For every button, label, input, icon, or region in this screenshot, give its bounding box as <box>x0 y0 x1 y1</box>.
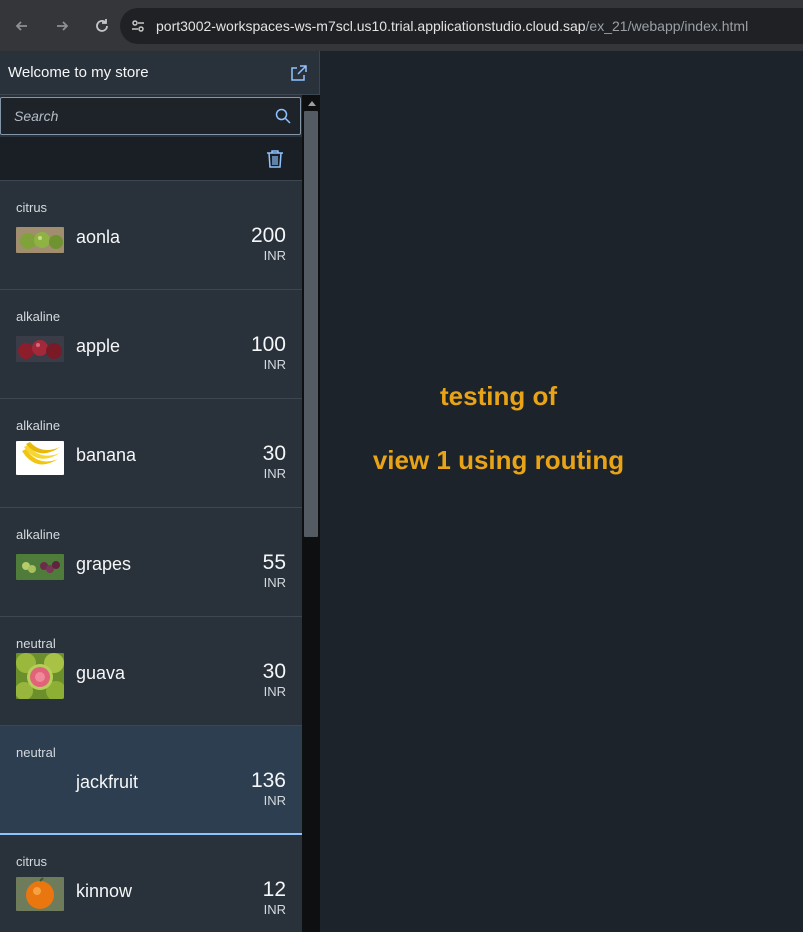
list-item[interactable]: alkaline banana 30 INR <box>0 399 302 508</box>
item-price: 100 <box>250 333 286 356</box>
delete-icon[interactable] <box>266 149 286 169</box>
master-header: Welcome to my store <box>0 51 319 95</box>
item-name: aonla <box>76 227 121 247</box>
list-item[interactable]: alkaline apple 100 INR <box>0 290 302 399</box>
reload-button[interactable] <box>84 8 120 44</box>
item-price: 12 <box>262 878 286 901</box>
scroll-up-arrow-icon[interactable] <box>308 101 316 106</box>
item-category: alkaline <box>16 527 61 542</box>
scrollbar-thumb[interactable] <box>304 111 318 537</box>
search-icon[interactable] <box>266 108 300 124</box>
item-price: 136 <box>250 769 286 792</box>
share-icon[interactable] <box>289 63 309 83</box>
item-price: 55 <box>262 551 286 574</box>
item-name: banana <box>76 445 137 465</box>
item-currency: INR <box>263 902 286 917</box>
aonla-image <box>16 227 64 253</box>
item-name: apple <box>76 336 121 356</box>
url-path: /ex_21/webapp/index.html <box>585 18 749 34</box>
apple-image <box>16 336 64 362</box>
item-currency: INR <box>263 248 286 263</box>
address-bar[interactable]: port3002-workspaces-ws-m7scl.us10.trial.… <box>120 8 803 44</box>
item-category: neutral <box>16 745 56 760</box>
forward-arrow-icon <box>57 20 69 31</box>
item-category: alkaline <box>16 309 61 324</box>
browser-toolbar: port3002-workspaces-ws-m7scl.us10.trial.… <box>0 0 803 51</box>
grapes-image <box>16 554 64 580</box>
detail-pane: testing of view 1 using routing <box>321 51 803 932</box>
master-pane: Welcome to my store citrus <box>0 51 320 932</box>
url-host: port3002-workspaces-ws-m7scl.us10.trial.… <box>156 18 586 34</box>
item-price: 30 <box>262 660 286 683</box>
item-currency: INR <box>263 357 286 372</box>
item-name: kinnow <box>76 881 133 901</box>
item-name: guava <box>76 663 126 683</box>
list-column: citrus aonla 200 INR alkaline apple 100 <box>0 95 302 932</box>
search-field[interactable] <box>0 97 301 135</box>
list-item[interactable]: citrus aonla 200 INR <box>0 181 302 290</box>
detail-heading: testing of <box>440 381 557 411</box>
search-input[interactable] <box>1 108 266 124</box>
item-name: jackfruit <box>76 772 139 792</box>
item-price: 200 <box>250 224 286 247</box>
kinnow-image <box>16 877 64 911</box>
item-currency: INR <box>263 793 286 808</box>
item-category: citrus <box>16 200 48 215</box>
reload-icon <box>96 18 108 32</box>
back-button[interactable] <box>4 8 40 44</box>
item-currency: INR <box>263 466 286 481</box>
back-arrow-icon <box>15 20 27 31</box>
detail-subheading: view 1 using routing <box>372 445 625 475</box>
item-category: citrus <box>16 854 48 869</box>
banana-image <box>16 441 64 475</box>
site-settings-icon[interactable] <box>120 18 156 34</box>
list-toolbar <box>0 137 302 181</box>
item-currency: INR <box>263 684 286 699</box>
item-category: neutral <box>16 636 56 651</box>
list-item[interactable]: neutral guava 30 INR <box>0 617 302 726</box>
master-scroll-area: citrus aonla 200 INR alkaline apple 100 <box>0 95 320 932</box>
item-price: 30 <box>262 442 286 465</box>
forward-button[interactable] <box>44 8 80 44</box>
page-title: Welcome to my store <box>8 64 149 81</box>
item-name: grapes <box>76 554 132 574</box>
product-list: citrus aonla 200 INR alkaline apple 100 <box>0 181 302 932</box>
list-item[interactable]: alkaline grapes 55 INR <box>0 508 302 617</box>
url-text: port3002-workspaces-ws-m7scl.us10.trial.… <box>156 18 748 34</box>
item-category: alkaline <box>16 418 61 433</box>
list-item[interactable]: citrus kinnow 12 INR <box>0 835 302 932</box>
item-currency: INR <box>263 575 286 590</box>
list-item-selected[interactable]: neutral jackfruit 136 INR <box>0 726 302 835</box>
scrollbar[interactable] <box>302 95 320 932</box>
guava-image <box>16 653 64 699</box>
